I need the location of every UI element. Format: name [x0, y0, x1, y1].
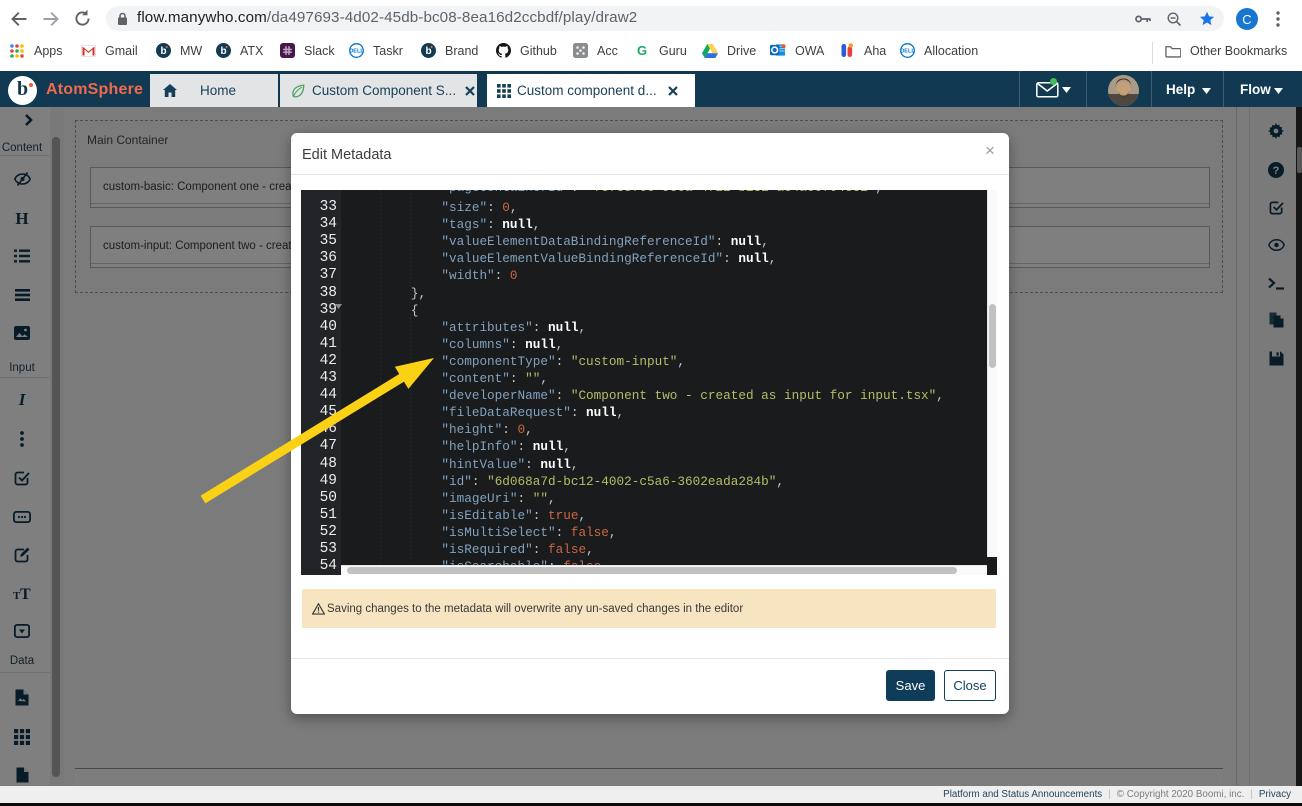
- svg-text:b: b: [425, 46, 431, 57]
- svg-text:DELL: DELL: [900, 49, 915, 55]
- svg-text:DELL: DELL: [349, 49, 364, 55]
- svg-text:b: b: [220, 46, 226, 57]
- svg-text:b: b: [160, 46, 166, 57]
